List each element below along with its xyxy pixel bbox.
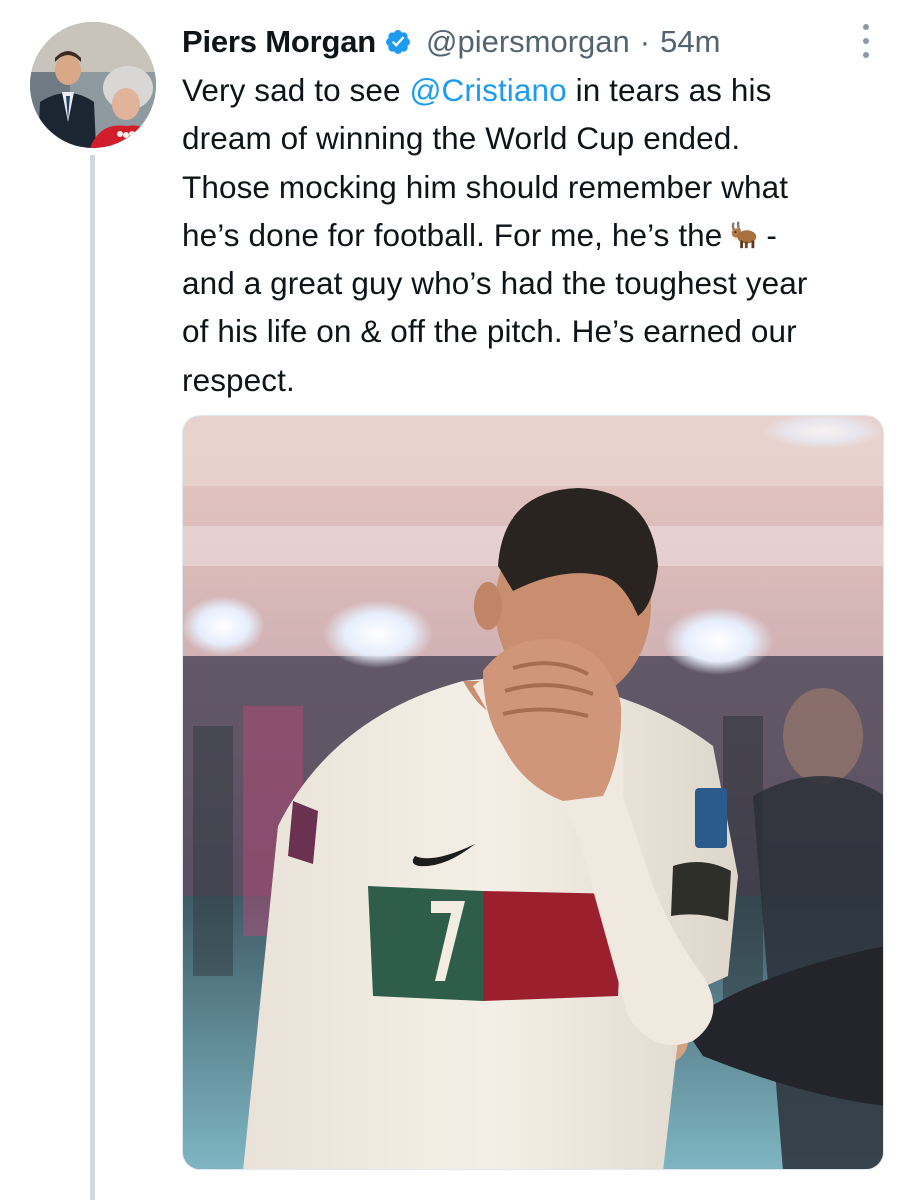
tweet-photo[interactable] [182,415,884,1170]
text-fragment: he’s done for football. For me, he’s the [182,216,723,253]
tweet-text-line-2: dream of winning the World Cup ended. [182,120,741,157]
avatar-photo [30,22,156,148]
more-vertical-icon[interactable] [856,24,876,58]
text-fragment: - [766,216,778,253]
author-name[interactable]: Piers Morgan [182,20,376,64]
tweet-text-line-6: of his life on & off the pitch. He’s ear… [182,313,797,350]
tweet-text-line-4: he’s done for football. For me, he’s the… [182,211,894,259]
text-fragment: Very sad to see [182,72,410,108]
mention-link[interactable]: @Cristiano [409,72,566,108]
tweet-text-line-7: respect. [182,361,295,398]
tweet-timestamp[interactable]: 54m [660,20,720,64]
separator-dot: · [639,24,651,59]
tweet-header: Piers Morgan @piersmorgan · 54m [182,20,720,64]
tweet[interactable]: Piers Morgan @piersmorgan · 54m Very sad… [0,0,913,1200]
author-avatar[interactable] [30,22,156,148]
tweet-text-line-3: Those mocking him should remember what [182,168,789,205]
tweet-text-line-1: Very sad to see @Cristiano in tears as h… [182,66,894,114]
footballer-photo [183,416,883,1169]
text-fragment: in tears as his [566,72,772,108]
tweet-text: Very sad to see @Cristiano in tears as h… [182,66,894,404]
verified-badge-icon [386,30,410,54]
goat-emoji [732,221,757,249]
tweet-text-line-5: and a great guy who’s had the toughest y… [182,265,808,302]
thread-line [90,155,95,1200]
author-handle[interactable]: @piersmorgan [426,20,630,64]
